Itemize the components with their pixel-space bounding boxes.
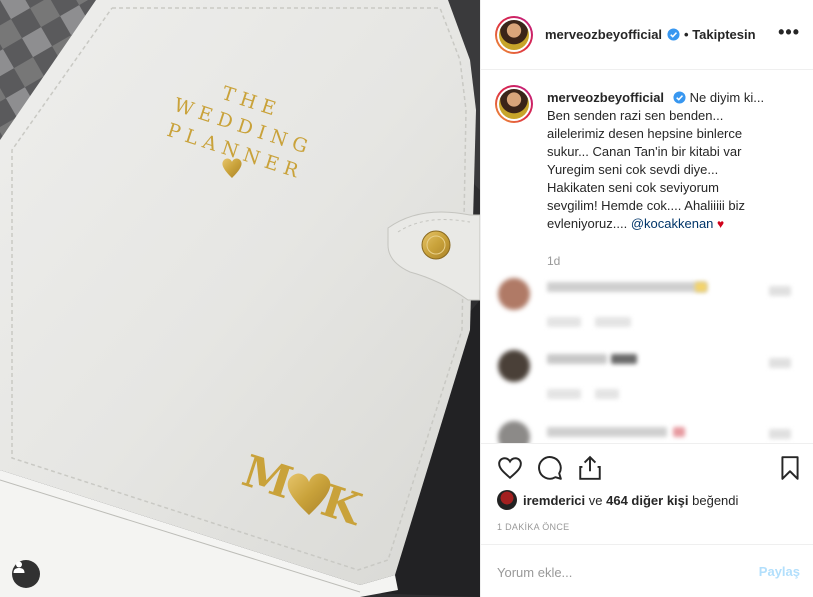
post-comment-button[interactable]: Paylaş	[759, 564, 800, 579]
post-header: merveozbeyofficial • Takiptesin •••	[481, 0, 813, 70]
caption-avatar[interactable]	[495, 85, 533, 123]
caption-line: Yuregim seni cok sevdi diye...	[547, 162, 719, 177]
caption-time-ago[interactable]: 1d	[547, 254, 560, 268]
verified-badge-icon	[667, 28, 680, 41]
liker-username[interactable]: iremderici	[523, 493, 585, 508]
posted-time[interactable]: 1 DAKİKA ÖNCE	[497, 522, 569, 532]
caption-line: Hakikaten seni cok seviyorum	[547, 180, 719, 195]
like-heart-icon[interactable]	[497, 455, 523, 481]
heart-emoji-icon: ♥	[717, 217, 725, 231]
post-side-panel: merveozbeyofficial • Takiptesin ••• merv…	[480, 0, 813, 597]
likes-summary: iremderici ve 464 diğer kişi beğendi	[497, 490, 738, 510]
comment-icon[interactable]	[537, 455, 563, 481]
author-avatar[interactable]	[495, 15, 533, 54]
follow-state-button[interactable]: • Takiptesin	[684, 27, 756, 42]
user-tag-button[interactable]	[12, 560, 40, 588]
comments-list[interactable]: merveozbeyofficial Ne diyim ki... Ben se…	[481, 71, 813, 443]
caption-text: merveozbeyofficial Ne diyim ki... Ben se…	[547, 89, 800, 233]
comment-form: Paylaş	[481, 544, 813, 597]
bookmark-icon[interactable]	[777, 455, 803, 481]
caption-line: evleniyoruz....	[547, 216, 631, 231]
likes-count-link[interactable]: 464 diğer kişi	[606, 493, 688, 508]
post-actions: iremderici ve 464 diğer kişi beğendi 1 D…	[481, 443, 813, 597]
more-options-icon[interactable]: •••	[778, 23, 800, 41]
caption-mention-link[interactable]: @kocakkenan	[631, 216, 714, 231]
liker-avatar[interactable]	[497, 490, 517, 510]
comment-input[interactable]	[497, 561, 737, 583]
verified-badge-icon	[673, 91, 686, 104]
post-photo[interactable]: THE WEDDING PLANNER M K	[0, 0, 480, 597]
post-caption: merveozbeyofficial Ne diyim ki... Ben se…	[495, 85, 800, 233]
caption-line: ailelerimiz desen hepsine binlerce	[547, 126, 743, 141]
caption-line: sevgilim! Hemde cok.... Ahaliiiii biz	[547, 198, 745, 213]
share-icon[interactable]	[577, 455, 603, 481]
likes-suffix: beğendi	[688, 492, 739, 508]
caption-line: Ne diyim ki...	[689, 90, 765, 105]
likes-connector: ve	[585, 492, 607, 508]
caption-line: Ben senden razi sen benden...	[547, 108, 724, 123]
caption-username[interactable]: merveozbeyofficial	[547, 90, 664, 105]
user-icon	[13, 561, 25, 573]
author-username[interactable]: merveozbeyofficial	[545, 27, 662, 42]
caption-line: sukur... Canan Tan'in bir kitabi var	[547, 144, 742, 159]
